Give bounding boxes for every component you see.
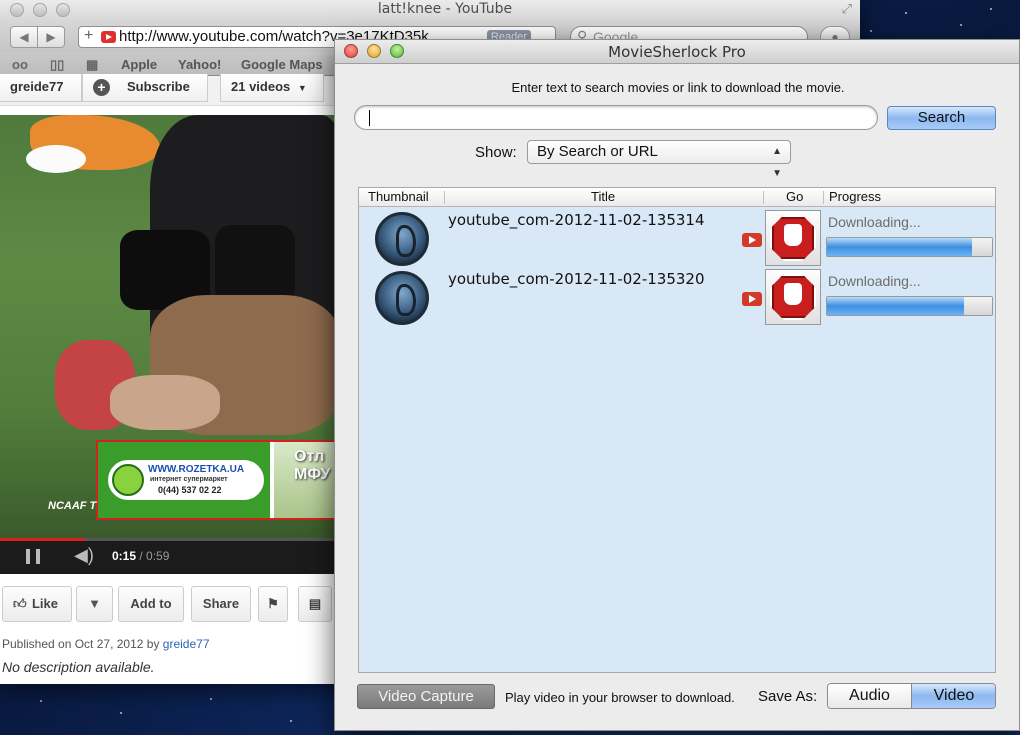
save-video-option[interactable]: Video — [912, 684, 995, 708]
progress-bar — [826, 237, 993, 257]
play-video-icon[interactable] — [742, 233, 762, 247]
moviesherlock-window: MovieSherlock Pro Enter text to search m… — [334, 39, 1020, 731]
column-thumbnail[interactable]: Thumbnail — [368, 189, 429, 204]
chevron-down-icon: ▼ — [297, 83, 307, 93]
progress-fill — [827, 297, 964, 315]
stop-download-button[interactable] — [765, 269, 821, 325]
save-as-segmented-control: Audio Video — [827, 683, 996, 709]
thumbs-up-icon: 👍︎ — [13, 596, 27, 611]
bookmarks-book-icon[interactable]: ▯▯ — [50, 57, 64, 73]
author-link[interactable]: greide77 — [163, 637, 210, 651]
text-caret — [369, 110, 370, 126]
search-button[interactable]: Search — [887, 106, 996, 130]
ad-right-panel: Отл МФУ — [274, 442, 336, 518]
app-title: MovieSherlock Pro — [608, 43, 746, 61]
thumbs-down-icon: ▼ — [88, 596, 101, 611]
reading-list-icon[interactable]: oo — [12, 57, 28, 72]
flag-icon[interactable]: ⚑ — [258, 586, 288, 622]
subscribe-label: Subscribe — [127, 79, 190, 94]
like-button[interactable]: 👍︎ Like — [2, 586, 72, 622]
row-status: Downloading... — [828, 214, 921, 230]
banner-ad[interactable]: WWW.ROZETKA.UA интернет супермаркет 0(44… — [96, 440, 336, 520]
bookmark-apple[interactable]: Apple — [121, 57, 157, 72]
fullscreen-icon[interactable]: ⤢ — [842, 2, 852, 17]
table-row[interactable]: youtube_com-2012-11-02-135314 Downloadin… — [359, 208, 995, 267]
videos-count-label: 21 videos — [231, 79, 291, 94]
forward-button[interactable]: ▶ — [37, 26, 65, 48]
add-to-button[interactable]: Add to — [118, 586, 184, 622]
ad-site: WWW.ROZETKA.UA — [148, 464, 245, 475]
top-sites-grid-icon[interactable]: ▦ — [86, 57, 98, 73]
youtube-favicon-icon — [101, 31, 116, 43]
back-button[interactable]: ◀ — [10, 26, 38, 48]
ad-right-text: Отл МФУ — [294, 448, 331, 483]
player-shoe-sole — [26, 145, 86, 173]
add-bookmark-icon[interactable]: + — [84, 27, 93, 46]
pause-icon[interactable] — [26, 549, 40, 564]
video-capture-button[interactable]: Video Capture — [357, 684, 495, 709]
bookmark-google-maps[interactable]: Google Maps — [241, 57, 323, 72]
show-label: Show: — [475, 144, 517, 161]
channel-name[interactable]: greide77 — [0, 74, 82, 102]
bookmark-yahoo[interactable]: Yahoo! — [178, 57, 221, 72]
time-total: / 0:59 — [139, 549, 170, 563]
share-button[interactable]: Share — [191, 586, 251, 622]
video-overlay-text: NCAAF T — [48, 500, 97, 512]
progress-fill — [827, 238, 973, 256]
column-progress[interactable]: Progress — [829, 189, 881, 204]
play-note: Play video in your browser to download. — [505, 690, 735, 705]
show-select[interactable]: By Search or URL ▲ ▼ — [527, 140, 791, 179]
video-time: 0:15 / 0:59 — [112, 549, 169, 563]
video-description: No description available. — [2, 659, 155, 675]
time-current: 0:15 — [112, 549, 137, 563]
browser-window-title: latt!knee - YouTube — [377, 1, 513, 17]
published-text: Published on Oct 27, 2012 by — [2, 637, 163, 651]
sherlock-thumbnail-icon — [375, 212, 429, 266]
table-row[interactable]: youtube_com-2012-11-02-135320 Downloadin… — [359, 267, 995, 326]
transcript-icon[interactable]: ▤ — [298, 586, 332, 622]
instructions: Enter text to search movies or link to d… — [511, 80, 845, 95]
published-info: Published on Oct 27, 2012 by greide77 — [2, 637, 210, 651]
plus-circle-icon: + — [93, 79, 110, 96]
column-separator — [823, 191, 824, 204]
dislike-button[interactable]: ▼ — [76, 586, 113, 622]
player-hip-pack-2 — [215, 225, 295, 305]
show-select-value: By Search or URL — [537, 143, 658, 160]
seek-progress — [0, 538, 85, 541]
column-title[interactable]: Title — [591, 189, 615, 204]
hand-icon — [784, 283, 802, 305]
videos-count-dropdown[interactable]: 21 videos ▼ — [220, 74, 324, 102]
downloads-table: Thumbnail Title Go Progress youtube_com-… — [358, 187, 996, 673]
sherlock-thumbnail-icon — [375, 271, 429, 325]
hand-icon — [784, 224, 802, 246]
video-player[interactable]: WWW.ROZETKA.UA интернет супермаркет 0(44… — [0, 115, 340, 540]
video-controls: ◀) 0:15 / 0:59 — [0, 538, 340, 574]
ad-phone: 0(44) 537 02 22 — [158, 485, 222, 495]
player-arm — [110, 375, 220, 430]
subscribe-button[interactable]: + Subscribe — [82, 74, 208, 102]
row-status: Downloading... — [828, 273, 921, 289]
column-separator — [444, 191, 445, 204]
column-separator — [763, 191, 764, 204]
table-header: Thumbnail Title Go Progress — [359, 188, 995, 207]
smiley-icon — [112, 464, 144, 496]
save-as-label: Save As: — [758, 688, 818, 705]
row-title: youtube_com-2012-11-02-135314 — [448, 211, 705, 229]
progress-bar — [826, 296, 993, 316]
row-title: youtube_com-2012-11-02-135320 — [448, 270, 705, 288]
ad-tagline: интернет супермаркет — [150, 476, 228, 483]
stop-download-button[interactable] — [765, 210, 821, 266]
save-audio-option[interactable]: Audio — [828, 684, 912, 708]
browser-titlebar: latt!knee - YouTube ⤢ — [0, 0, 860, 22]
column-go[interactable]: Go — [786, 189, 803, 204]
up-down-arrows-icon: ▲ ▼ — [772, 146, 782, 179]
moviesherlock-titlebar: MovieSherlock Pro — [335, 40, 1019, 64]
search-input[interactable] — [354, 105, 878, 130]
play-video-icon[interactable] — [742, 292, 762, 306]
volume-icon[interactable]: ◀) — [74, 545, 94, 566]
like-label: Like — [31, 596, 58, 611]
